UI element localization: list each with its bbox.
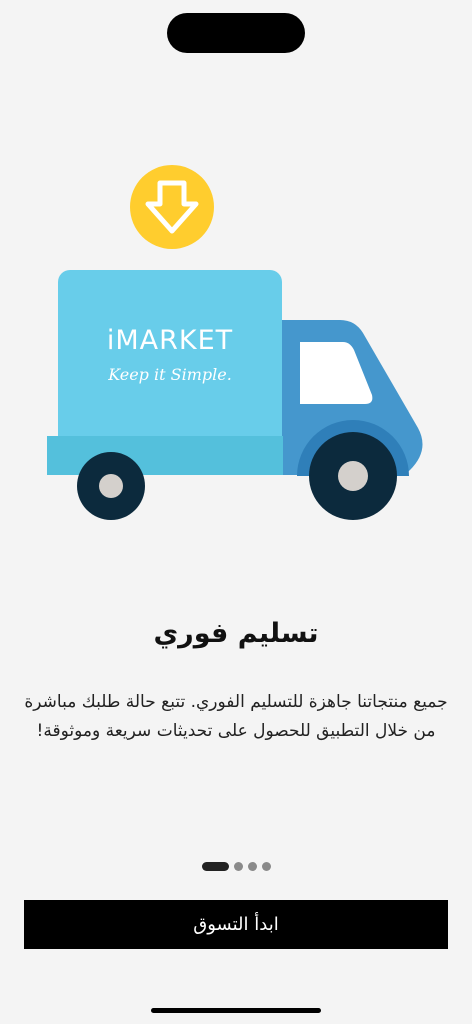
rear-wheel [77,452,145,520]
download-arrow-icon [130,165,214,249]
page-dot[interactable] [234,862,243,871]
page-dot[interactable] [262,862,271,871]
page-indicator [202,862,271,871]
description-line-2: من خلال التطبيق للحصول على تحديثات سريعة… [36,721,436,741]
brand-tagline: Keep it Simple. [107,365,232,384]
truck-cargo-box: iMARKET Keep it Simple. [47,270,283,475]
brand-logo: iMARKET [107,325,233,356]
delivery-truck-illustration: iMARKET Keep it Simple. [47,165,423,520]
onboarding-title: تسليم فوري [153,618,319,649]
onboarding-description: جميع منتجاتنا جاهزة للتسليم الفوري. تتبع… [22,688,450,746]
page-dot-active[interactable] [202,862,229,871]
dynamic-island [167,13,305,53]
description-line-1: جميع منتجاتنا جاهزة للتسليم الفوري. تتبع… [24,692,448,712]
start-shopping-button[interactable]: ابدأ التسوق [24,900,448,949]
page-dot[interactable] [248,862,257,871]
home-indicator [151,1008,321,1013]
